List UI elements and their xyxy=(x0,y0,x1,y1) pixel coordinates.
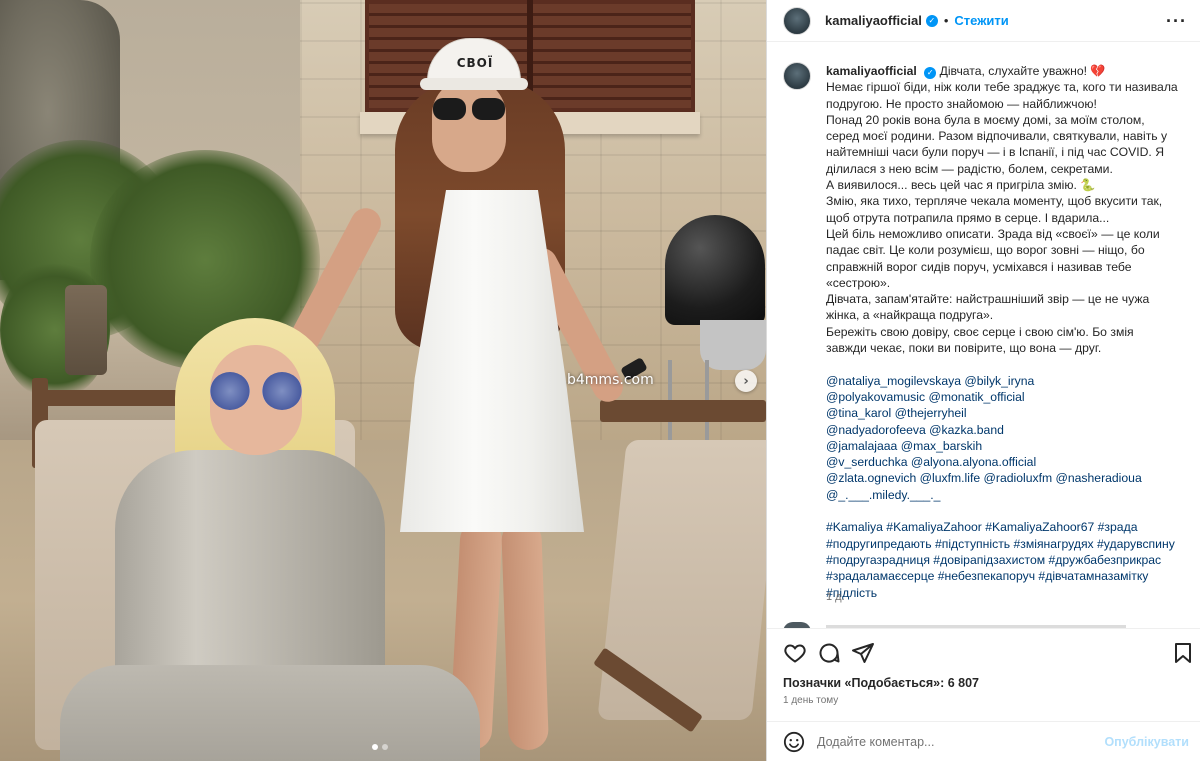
mention-line[interactable]: @jamalajaaa @max_barskih xyxy=(826,438,1188,454)
caption-line: Цей біль неможливо описати. Зрада від «с… xyxy=(826,226,1160,241)
caption-line: серед моєї родини. Разом відпочивали, св… xyxy=(826,129,1168,144)
heart-icon[interactable] xyxy=(783,641,807,665)
comment-input[interactable] xyxy=(817,734,1105,749)
mention-line[interactable]: @zlata.ognevich @luxfm.life @radioluxfm … xyxy=(826,470,1188,486)
mention-line[interactable]: @tina_karol @thejerryheil xyxy=(826,405,1188,421)
sunglasses xyxy=(433,98,505,122)
caption-first-line: Дівчата, слухайте уважно! 💔 xyxy=(939,64,1106,78)
comment-icon[interactable] xyxy=(817,641,841,665)
follow-button[interactable]: Стежити xyxy=(954,13,1008,28)
bookmark-icon[interactable] xyxy=(1171,641,1195,665)
caption-line: А виявилося... весь цей час я пригріла з… xyxy=(826,178,1096,193)
grill xyxy=(665,215,765,325)
cap-text: СВОЇ xyxy=(456,56,494,70)
publish-button[interactable]: Опублікувати xyxy=(1104,735,1189,749)
watermark: b4mms.com xyxy=(567,372,654,388)
likes-count[interactable]: Позначки «Подобається»: 6 807 xyxy=(783,676,979,690)
post-photo[interactable]: СВОЇ b4mms.com › xyxy=(0,0,766,761)
caption-line: найтемніші часи були поруч — і в Іспанії… xyxy=(826,145,1164,160)
comment-bar: Опублікувати xyxy=(767,721,1200,761)
lounger-frame xyxy=(600,400,766,422)
hashtag-line[interactable]: #подругипредають #підступність #зміянагр… xyxy=(826,536,1188,552)
caption-line: Бережіть свою довіру, своє серце і свою … xyxy=(826,324,1134,339)
caption-line: щоб отрута потрапила прямо в серце. І вд… xyxy=(826,210,1110,225)
caption-line: Немає гіршої біди, ніж коли тебе зраджує… xyxy=(826,80,1178,95)
mention-line[interactable]: @v_serduchka @alyona.alyona.official xyxy=(826,454,1188,470)
carousel-indicator xyxy=(372,744,388,750)
post-side-panel: kamaliyaofficial ✓ • Стежити ··· kamaliy… xyxy=(766,0,1200,761)
carousel-dot xyxy=(382,744,388,750)
verified-badge-icon: ✓ xyxy=(925,14,938,27)
more-options-icon[interactable]: ··· xyxy=(1166,11,1187,32)
caption-username[interactable]: kamaliyaofficial xyxy=(826,64,917,78)
caption-time: 1 д. xyxy=(826,591,845,603)
post-date[interactable]: 1 день тому xyxy=(783,695,838,706)
cap-brim xyxy=(420,78,528,90)
caption-line: завжди чекає, поки ви повірите, що вона … xyxy=(826,341,1102,356)
caption-area[interactable]: kamaliyaofficial ✓ Дівчата, слухайте ува… xyxy=(767,48,1200,628)
caption-line: падає світ. Це коли розумієш, що ворог з… xyxy=(826,243,1145,258)
caption-line: ділилася з нею всім — радістю, болем, се… xyxy=(826,161,1113,176)
caption-text: kamaliyaofficial ✓ Дівчата, слухайте ува… xyxy=(826,63,1188,601)
header-username[interactable]: kamaliyaofficial xyxy=(825,13,922,28)
hashtag-line[interactable]: #підлість xyxy=(826,585,1188,601)
next-slide-button[interactable]: › xyxy=(735,370,757,392)
caption-line: Дівчата, запам'ятайте: найстрашніший зві… xyxy=(826,292,1150,307)
hashtag-line[interactable]: #зрадаламаєсерце #небезпекапоруч #дівчат… xyxy=(826,568,1188,584)
mention-line[interactable]: @polyakovamusic @monatik_official xyxy=(826,389,1188,405)
caption-line: Понад 20 років вона була в моєму домі, з… xyxy=(826,112,1145,127)
share-icon[interactable] xyxy=(851,641,875,665)
hashtag-line[interactable]: #Kamaliya #KamaliyaZahoor #KamaliyaZahoo… xyxy=(826,519,1188,535)
mention-line[interactable]: @_.___.miledy.___._ xyxy=(826,487,1188,503)
header-separator: • xyxy=(943,13,949,28)
round-sunglasses xyxy=(210,372,302,412)
mention-line[interactable]: @nadyadorofeeva @kazka.band xyxy=(826,422,1188,438)
post-header: kamaliyaofficial ✓ • Стежити ··· xyxy=(767,0,1200,42)
leg xyxy=(500,519,550,751)
verified-badge-icon: ✓ xyxy=(924,67,937,79)
caption-avatar[interactable] xyxy=(783,62,811,90)
caption-line: справжній ворог сидів поруч, усміхався і… xyxy=(826,259,1132,274)
caption-line: Змію, яка тихо, терпляче чекала моменту,… xyxy=(826,194,1163,209)
avatar[interactable] xyxy=(783,6,811,35)
action-bar xyxy=(767,628,1200,674)
caption-line: «сестрою». xyxy=(826,275,891,290)
satin-pants xyxy=(60,665,480,761)
mention-line[interactable]: @nataliya_mogilevskaya @bilyk_iryna xyxy=(826,373,1188,389)
face xyxy=(432,78,506,172)
chevron-right-icon: › xyxy=(743,373,749,389)
caption-line: жінка, а «найкраща подруга». xyxy=(826,308,994,323)
caption-line: подругою. Не просто знайомою — найближчо… xyxy=(826,96,1097,111)
lantern xyxy=(65,285,107,375)
carousel-dot xyxy=(372,744,378,750)
emoji-icon[interactable] xyxy=(783,731,805,753)
hashtag-line[interactable]: #подругазрадниця #довірапідзахистом #дру… xyxy=(826,552,1188,568)
grill-bowl xyxy=(700,320,766,370)
